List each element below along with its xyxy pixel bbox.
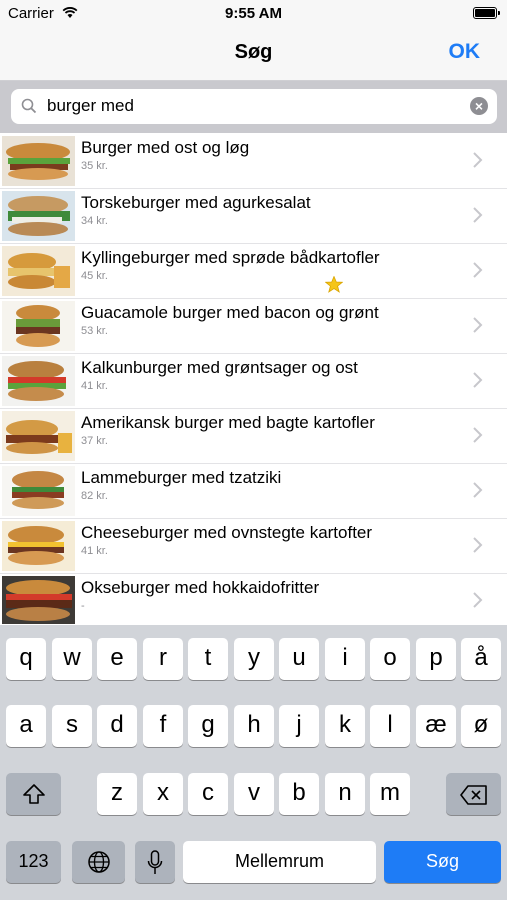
- search-key[interactable]: Søg: [384, 841, 501, 883]
- numbers-key[interactable]: 123: [6, 841, 61, 883]
- chevron-right-icon: [473, 317, 483, 338]
- results-list: Burger med ost og løg 35 kr. Torskeburge…: [0, 134, 507, 624]
- food-thumbnail: [2, 466, 75, 516]
- item-price: 41 kr.: [81, 545, 108, 557]
- ok-button[interactable]: OK: [449, 40, 481, 64]
- key-m[interactable]: m: [370, 773, 410, 815]
- item-name: Cheeseburger med ovnstegte kartofter: [81, 523, 373, 542]
- item-name: Torskeburger med agurkesalat: [81, 193, 311, 212]
- list-item[interactable]: Kyllingeburger med sprøde bådkartofler 4…: [0, 244, 507, 299]
- backspace-icon: [446, 773, 501, 805]
- key-h[interactable]: h: [234, 705, 274, 747]
- chevron-right-icon: [473, 262, 483, 283]
- item-price: 45 kr.: [81, 270, 108, 282]
- list-item[interactable]: Torskeburger med agurkesalat 34 kr.: [0, 189, 507, 244]
- item-name: Okseburger med hokkaidofritter: [81, 578, 320, 597]
- search-bar: burger med ×: [0, 81, 507, 133]
- item-name: Kalkunburger med grøntsager og ost: [81, 358, 358, 377]
- battery-icon: [473, 7, 500, 19]
- key-w[interactable]: w: [52, 638, 92, 680]
- key-t[interactable]: t: [188, 638, 228, 680]
- status-bar: Carrier 9:55 AM: [0, 0, 507, 28]
- key-g[interactable]: g: [188, 705, 228, 747]
- key-e[interactable]: e: [97, 638, 137, 680]
- backspace-key[interactable]: [446, 773, 501, 815]
- star-icon: [324, 275, 344, 298]
- key-p[interactable]: p: [416, 638, 456, 680]
- list-item[interactable]: Okseburger med hokkaidofritter -: [0, 574, 507, 624]
- item-price: 35 kr.: [81, 160, 108, 172]
- status-time: 9:55 AM: [225, 5, 282, 22]
- globe-icon: [72, 841, 125, 874]
- search-input[interactable]: burger med ×: [11, 89, 497, 124]
- food-thumbnail: [2, 521, 75, 571]
- list-item[interactable]: Lammeburger med tzatziki 82 kr.: [0, 464, 507, 519]
- item-price: 37 kr.: [81, 435, 108, 447]
- key-o[interactable]: o: [370, 638, 410, 680]
- list-item[interactable]: Amerikansk burger med bagte kartofler 37…: [0, 409, 507, 464]
- chevron-right-icon: [473, 152, 483, 173]
- key-d[interactable]: d: [97, 705, 137, 747]
- key-n[interactable]: n: [325, 773, 365, 815]
- list-item[interactable]: Kalkunburger med grøntsager og ost 41 kr…: [0, 354, 507, 409]
- item-name: Lammeburger med tzatziki: [81, 468, 282, 487]
- list-item[interactable]: Burger med ost og løg 35 kr.: [0, 134, 507, 189]
- list-item[interactable]: Cheeseburger med ovnstegte kartofter 41 …: [0, 519, 507, 574]
- globe-key[interactable]: [72, 841, 125, 883]
- chevron-right-icon: [473, 372, 483, 393]
- item-price: 34 kr.: [81, 215, 108, 227]
- key-l[interactable]: l: [370, 705, 410, 747]
- key-v[interactable]: v: [234, 773, 274, 815]
- key-f[interactable]: f: [143, 705, 183, 747]
- item-price: 82 kr.: [81, 490, 108, 502]
- search-query: burger med: [47, 96, 134, 115]
- clear-icon[interactable]: ×: [470, 97, 488, 115]
- key-oe[interactable]: ø: [461, 705, 501, 747]
- item-name: Kyllingeburger med sprøde bådkartofler: [81, 248, 380, 267]
- item-price: -: [81, 600, 85, 612]
- food-thumbnail: [2, 191, 75, 241]
- shift-key[interactable]: [6, 773, 61, 815]
- food-thumbnail: [2, 246, 75, 296]
- item-name: Amerikansk burger med bagte kartofler: [81, 413, 375, 432]
- food-thumbnail: [2, 301, 75, 351]
- key-k[interactable]: k: [325, 705, 365, 747]
- key-z[interactable]: z: [97, 773, 137, 815]
- microphone-icon: [135, 841, 175, 876]
- food-thumbnail: [2, 411, 75, 461]
- key-x[interactable]: x: [143, 773, 183, 815]
- chevron-right-icon: [473, 482, 483, 503]
- key-u[interactable]: u: [279, 638, 319, 680]
- key-aa[interactable]: å: [461, 638, 501, 680]
- key-a[interactable]: a: [6, 705, 46, 747]
- key-y[interactable]: y: [234, 638, 274, 680]
- item-name: Guacamole burger med bacon og grønt: [81, 303, 379, 322]
- key-s[interactable]: s: [52, 705, 92, 747]
- key-i[interactable]: i: [325, 638, 365, 680]
- food-thumbnail: [2, 136, 75, 186]
- list-item[interactable]: Guacamole burger med bacon og grønt 53 k…: [0, 299, 507, 354]
- page-title: Søg: [234, 41, 273, 63]
- key-c[interactable]: c: [188, 773, 228, 815]
- chevron-right-icon: [473, 537, 483, 558]
- key-j[interactable]: j: [279, 705, 319, 747]
- key-b[interactable]: b: [279, 773, 319, 815]
- food-thumbnail: [2, 356, 75, 406]
- key-ae[interactable]: æ: [416, 705, 456, 747]
- keyboard: q w e r t y u i o p å a s d f g h j k l …: [0, 625, 507, 900]
- chevron-right-icon: [473, 592, 483, 613]
- navigation-bar: Søg OK: [0, 28, 507, 81]
- chevron-right-icon: [473, 427, 483, 448]
- microphone-key[interactable]: [135, 841, 175, 883]
- item-price: 41 kr.: [81, 380, 108, 392]
- item-price: 53 kr.: [81, 325, 108, 337]
- key-r[interactable]: r: [143, 638, 183, 680]
- food-thumbnail: [2, 576, 75, 624]
- item-name: Burger med ost og løg: [81, 138, 250, 157]
- chevron-right-icon: [473, 207, 483, 228]
- key-q[interactable]: q: [6, 638, 46, 680]
- space-key[interactable]: Mellemrum: [183, 841, 376, 883]
- shift-icon: [6, 773, 61, 805]
- search-icon: [21, 98, 37, 119]
